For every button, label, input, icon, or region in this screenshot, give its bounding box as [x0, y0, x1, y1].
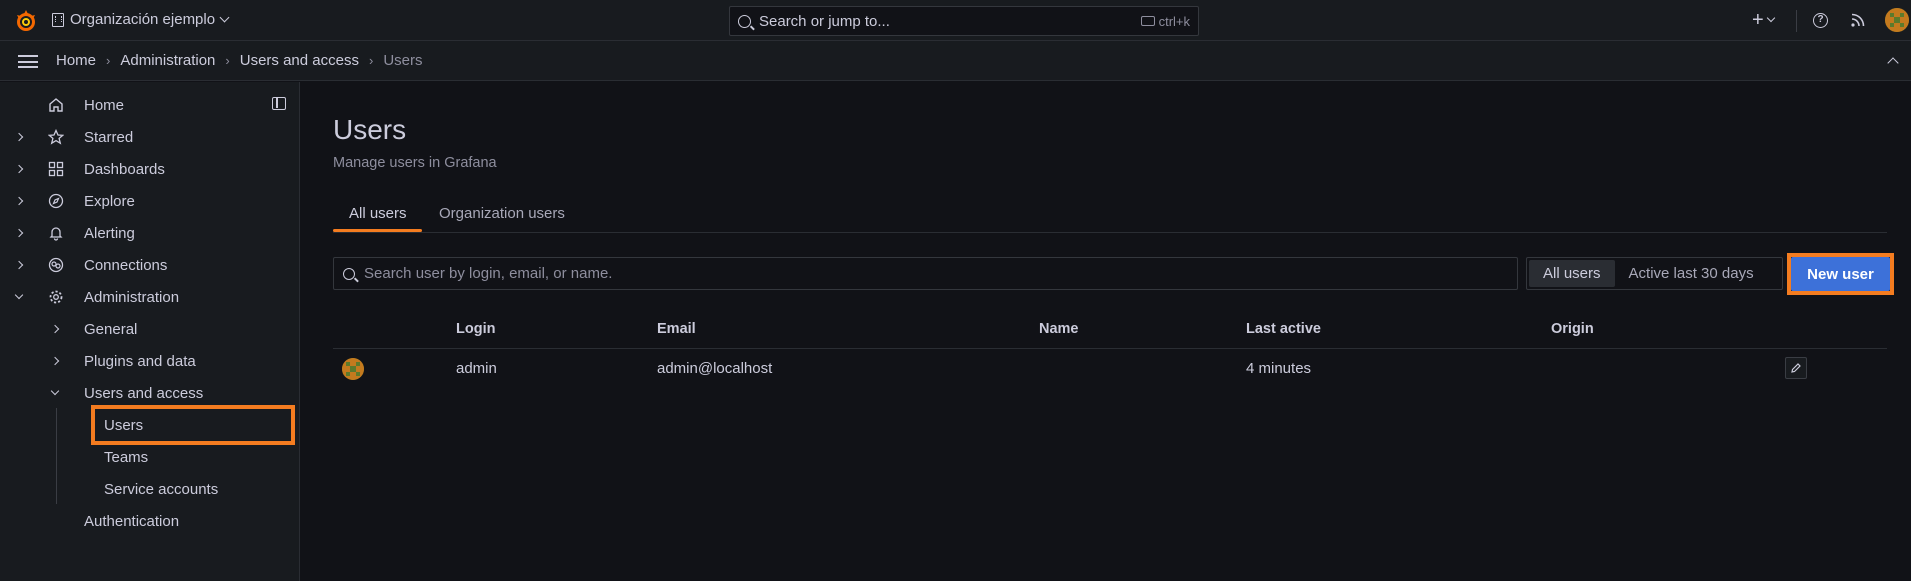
gear-icon — [49, 290, 63, 304]
cell-last-active[interactable]: 4 minutes — [1246, 360, 1311, 377]
avatar — [342, 358, 364, 380]
column-header-last-active[interactable]: Last active — [1246, 321, 1321, 337]
column-header-origin[interactable]: Origin — [1551, 321, 1594, 337]
chevron-right-icon[interactable] — [14, 164, 24, 174]
sidebar-item-explore[interactable]: Explore — [0, 187, 299, 215]
search-icon — [738, 14, 751, 28]
new-user-button[interactable]: New user — [1791, 257, 1890, 291]
home-icon — [49, 98, 63, 112]
bell-icon — [49, 227, 63, 241]
connections-icon — [48, 257, 64, 273]
column-header-name[interactable]: Name — [1039, 321, 1079, 337]
chevron-right-icon: › — [368, 53, 374, 68]
edit-user-button[interactable] — [1785, 357, 1807, 379]
sidebar-item-connections[interactable]: Connections — [0, 251, 299, 279]
sidebar-item-service-accounts[interactable]: Service accounts — [0, 475, 299, 503]
sidebar-item-teams[interactable]: Teams — [0, 443, 299, 471]
chevron-up-icon[interactable] — [1887, 57, 1899, 69]
sidebar-item-alerting[interactable]: Alerting — [0, 219, 299, 247]
dashboard-grid-icon — [48, 161, 64, 177]
chevron-right-icon[interactable] — [14, 196, 24, 206]
sidebar-item-plugins-and-data[interactable]: Plugins and data — [0, 347, 299, 375]
main-content — [301, 82, 1911, 581]
chevron-right-icon[interactable] — [14, 260, 24, 270]
filter-all-users[interactable]: All users — [1529, 260, 1615, 287]
help-icon[interactable]: ? — [1813, 13, 1828, 28]
column-header-login[interactable]: Login — [456, 321, 495, 337]
breadcrumb-users-and-access[interactable]: Users and access — [240, 52, 359, 69]
chevron-down-icon — [1766, 13, 1775, 23]
sidebar-item-label: Authentication — [84, 512, 180, 530]
cell-email[interactable]: admin@localhost — [657, 360, 772, 377]
user-filter-toggle: All users Active last 30 days — [1526, 257, 1783, 290]
keyboard-icon — [1140, 16, 1155, 26]
sidebar-item-users-and-access[interactable]: Users and access — [0, 379, 299, 407]
active-tab-indicator — [333, 229, 422, 232]
grafana-logo-icon[interactable] — [14, 9, 38, 33]
user-search-input[interactable]: Search user by login, email, or name. — [333, 257, 1518, 290]
user-search-placeholder: Search user by login, email, or name. — [364, 265, 613, 282]
sidebar-item-starred[interactable]: Starred — [0, 123, 299, 151]
news-feed-icon[interactable] — [1851, 13, 1865, 27]
highlight-box — [91, 405, 295, 445]
chevron-right-icon[interactable] — [14, 228, 24, 238]
breadcrumb: Home › Administration › Users and access… — [56, 52, 422, 69]
sidebar-item-label: Explore — [84, 192, 135, 210]
sidebar-item-label: Plugins and data — [84, 352, 196, 370]
breadcrumb-home[interactable]: Home — [56, 52, 96, 69]
chevron-down-icon — [219, 12, 230, 23]
sidebar-item-label: Dashboards — [84, 160, 165, 178]
keyboard-shortcut-hint: ctrl+k — [1140, 13, 1190, 29]
chevron-right-icon: › — [106, 53, 111, 68]
global-search-input[interactable]: Search or jump to... ctrl+k — [729, 6, 1199, 36]
pencil-icon — [1791, 363, 1801, 373]
building-icon — [52, 12, 64, 27]
plus-icon: + — [1752, 9, 1764, 31]
search-icon — [343, 267, 355, 280]
breadcrumb-bar: Home › Administration › Users and access… — [0, 41, 1911, 81]
user-avatar[interactable] — [1885, 8, 1909, 32]
sidebar-item-label: Teams — [104, 448, 149, 466]
table-header-divider — [333, 348, 1887, 349]
page-title: Users — [333, 114, 407, 145]
shortcut-text: ctrl+k — [1158, 13, 1190, 29]
new-menu-button[interactable]: + — [1752, 9, 1775, 31]
star-icon — [48, 129, 64, 145]
tab-bar: All users Organization users — [333, 200, 1887, 233]
chevron-down-icon[interactable] — [14, 290, 24, 300]
chevron-right-icon: › — [225, 53, 230, 68]
sidebar-item-label: General — [84, 320, 138, 338]
chevron-right-icon[interactable] — [50, 356, 60, 366]
sidebar-item-administration[interactable]: Administration — [0, 283, 299, 311]
column-header-email[interactable]: Email — [657, 321, 696, 337]
org-name: Organización ejemplo — [70, 11, 216, 28]
compass-icon — [48, 193, 64, 209]
sidebar-item-label: Connections — [84, 256, 168, 274]
top-bar: Organización ejemplo Search or jump to..… — [0, 0, 1911, 41]
sidebar-item-label: Starred — [84, 128, 134, 146]
org-switcher[interactable]: Organización ejemplo — [52, 11, 230, 28]
sidebar-item-dashboards[interactable]: Dashboards — [0, 155, 299, 183]
sidebar-item-label: Service accounts — [104, 480, 219, 498]
filter-active-last-30-days[interactable]: Active last 30 days — [1615, 260, 1768, 287]
page-subtitle: Manage users in Grafana — [333, 155, 497, 171]
sidebar-item-label: Users and access — [84, 384, 204, 402]
sidebar-item-label: Alerting — [84, 224, 135, 242]
cell-login[interactable]: admin — [456, 360, 497, 377]
chevron-down-icon[interactable] — [50, 386, 60, 396]
sidebar-item-label: Administration — [84, 288, 180, 306]
breadcrumb-administration[interactable]: Administration — [120, 52, 215, 69]
divider — [1796, 10, 1797, 32]
tab-organization-users[interactable]: Organization users — [439, 205, 565, 222]
chevron-right-icon[interactable] — [50, 324, 60, 334]
tab-all-users[interactable]: All users — [349, 205, 407, 222]
sidebar-item-home[interactable]: Home — [0, 91, 299, 119]
global-search-placeholder: Search or jump to... — [759, 12, 890, 30]
breadcrumb-users: Users — [383, 52, 423, 69]
sidebar-item-authentication[interactable]: Authentication — [0, 507, 299, 535]
chevron-right-icon[interactable] — [14, 132, 24, 142]
menu-icon[interactable] — [18, 55, 38, 68]
sidebar-item-general[interactable]: General — [0, 315, 299, 343]
sidebar-item-label: Home — [84, 96, 125, 114]
